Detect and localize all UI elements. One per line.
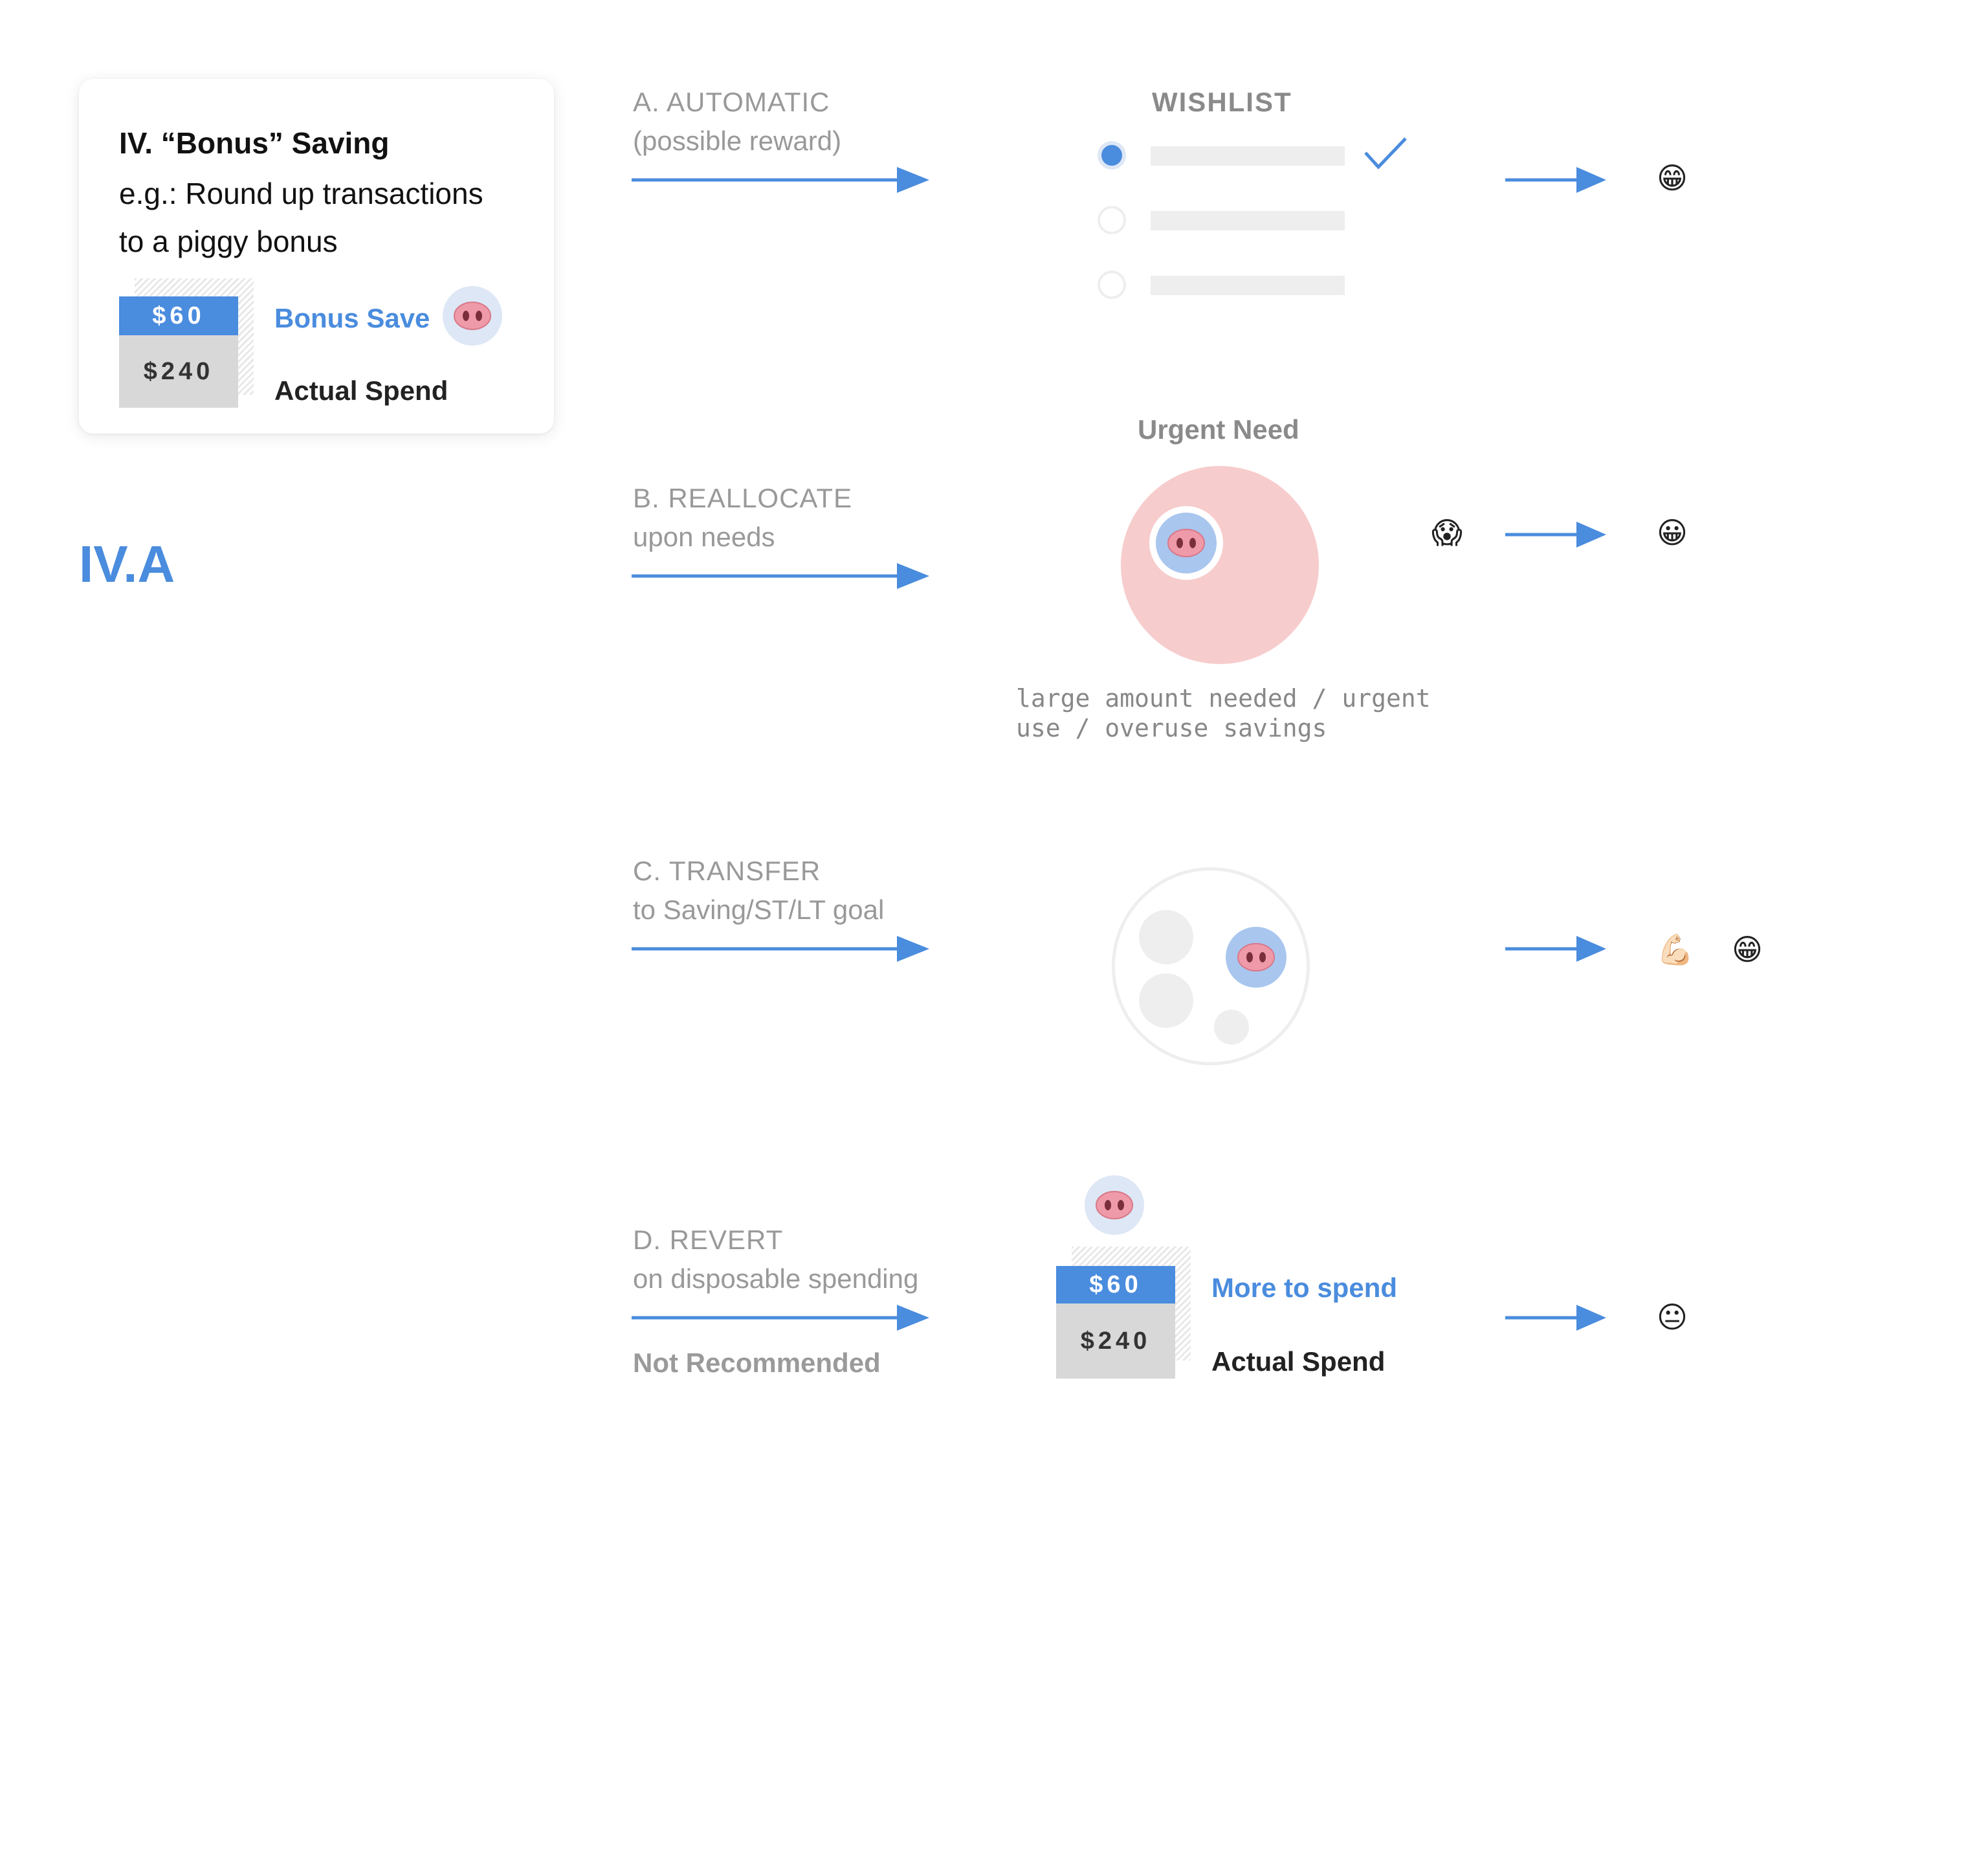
card-description: e.g.: Round up transactions to a piggy b… [119,170,533,265]
actual-spend-label: Actual Spend [1211,1346,1386,1377]
more-to-spend-label: More to spend [1211,1272,1398,1303]
step-d-subtitle: on disposable spending [633,1263,919,1294]
bonus-save-label: Bonus Save [274,303,430,333]
wishlist-item-2 [1151,211,1345,230]
spend-amount-bar: $240 [119,335,238,408]
flexed-bicep-emoji-icon: 💪🏻 [1657,933,1694,966]
step-a-outcome-arrow-icon [1505,166,1606,194]
section-id: IV.A [79,535,175,593]
pig-nose-icon [1237,941,1276,973]
wishlist-radio-2[interactable] [1098,206,1126,234]
urgent-need-circle [1121,466,1319,664]
step-c-outcome-arrow-icon [1505,935,1606,963]
actual-spend-label: Actual Spend [274,375,448,406]
wishlist-radio-1[interactable] [1098,141,1126,170]
wishlist-radio-3[interactable] [1098,271,1126,299]
urgent-need-heading: Urgent Need [1138,414,1299,445]
step-b-arrow-icon [632,562,929,590]
pig-badge [443,286,502,346]
pig-nose-icon [453,300,492,332]
urgent-note-line-2: use / overuse savings [1016,714,1327,742]
grinning-emoji-icon: 😁 [1732,933,1763,966]
pig-badge [1149,506,1223,580]
checkmark-icon [1364,137,1407,170]
wishlist-item-1 [1151,146,1345,166]
bonus-amount-bar: $60 [119,296,238,335]
wishlist-item-3 [1151,276,1345,295]
urgent-note-line-1: large amount needed / urgent [1016,684,1431,713]
step-b-title: B. REALLOCATE [633,483,852,513]
step-b-outcome-arrow-icon [1505,520,1606,549]
wishlist-heading: WISHLIST [1152,87,1292,117]
step-c-subtitle: to Saving/ST/LT goal [633,894,885,925]
grinning-emoji-icon: 😀 [1657,516,1688,549]
card-description-line-2: to a piggy bonus [119,225,338,258]
card-title: IV. “Bonus” Saving [119,126,390,160]
step-d-arrow-icon [632,1304,929,1332]
grinning-emoji-icon: 😁 [1657,161,1688,195]
urgent-note: large amount needed / urgent use / overu… [1016,683,1431,743]
step-b-subtitle: upon needs [633,522,775,552]
not-recommended-label: Not Recommended [633,1348,881,1378]
step-a-subtitle: (possible reward) [633,126,842,156]
card-description-line-1: e.g.: Round up transactions [119,177,483,210]
step-c-arrow-icon [632,935,929,963]
goal-bubble-1 [1139,910,1193,964]
screaming-emoji-icon: 😱 [1431,516,1463,549]
step-a-arrow-icon [632,166,929,194]
more-to-spend-amount-bar: $60 [1056,1266,1175,1304]
goal-bubble-2 [1139,973,1193,1028]
step-d-outcome-arrow-icon [1505,1304,1606,1332]
actual-spend-amount-bar: $240 [1056,1304,1175,1379]
pig-badge [1085,1175,1144,1235]
neutral-face-emoji-icon: 😐 [1657,1300,1688,1334]
step-c-title: C. TRANSFER [633,856,821,886]
step-a-title: A. AUTOMATIC [633,87,830,117]
pig-badge [1226,927,1287,988]
goal-bubble-3 [1214,1010,1249,1045]
step-d-title: D. REVERT [633,1225,784,1255]
pig-nose-icon [1167,527,1206,559]
bonus-saving-card: IV. “Bonus” Saving e.g.: Round up transa… [79,79,554,434]
pig-nose-icon [1095,1189,1134,1221]
